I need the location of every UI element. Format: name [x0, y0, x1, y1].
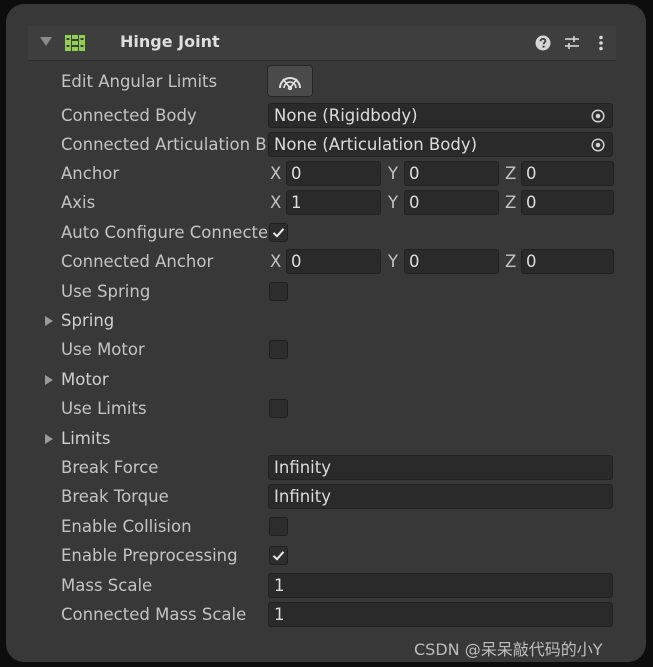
use-spring-label: Use Spring — [61, 282, 151, 301]
anchor-y-label[interactable]: Y — [388, 164, 398, 183]
kebab-menu-icon[interactable] — [591, 33, 611, 53]
use-motor-label: Use Motor — [61, 340, 145, 359]
object-picker-icon[interactable] — [584, 133, 612, 156]
component-title: Hinge Joint — [120, 32, 220, 51]
connected-anchor-z-label[interactable]: Z — [505, 252, 516, 271]
help-icon[interactable] — [533, 33, 553, 53]
connected-anchor-x-field[interactable]: 0 — [286, 249, 381, 274]
enable-collision-label: Enable Collision — [61, 517, 192, 536]
object-picker-icon[interactable] — [584, 104, 612, 127]
foldout-motor[interactable]: Motor — [0, 366, 653, 394]
connected-articulation-body-label: Connected Articulation B — [61, 135, 267, 154]
row-axis: Axis X 1 Y 0 Z 0 — [0, 189, 653, 217]
hinge-joint-icon — [65, 35, 85, 51]
row-break-force: Break Force Infinity — [0, 454, 653, 482]
anchor-x-label[interactable]: X — [270, 164, 281, 183]
checkmark-icon — [272, 228, 285, 238]
component-header[interactable]: Hinge Joint — [28, 26, 616, 61]
anchor-label: Anchor — [61, 164, 120, 183]
axis-x-field[interactable]: 1 — [286, 190, 381, 215]
row-break-torque: Break Torque Infinity — [0, 483, 653, 511]
connected-anchor-y-label[interactable]: Y — [388, 252, 398, 271]
mass-scale-label: Mass Scale — [61, 576, 153, 595]
edit-angular-limits-icon — [279, 77, 301, 91]
connected-body-field[interactable]: None (Rigidbody) — [268, 103, 613, 128]
spring-foldout-label[interactable]: Spring — [61, 311, 267, 330]
row-connected-mass-scale: Connected Mass Scale 1 — [0, 601, 653, 629]
break-torque-field[interactable]: Infinity — [268, 484, 613, 509]
anchor-z-label[interactable]: Z — [505, 164, 516, 183]
edit-angular-limits-label: Edit Angular Limits — [61, 72, 218, 91]
connected-mass-scale-label: Connected Mass Scale — [61, 605, 247, 624]
auto-configure-label: Auto Configure Connecte — [61, 223, 267, 242]
connected-anchor-x-label[interactable]: X — [270, 252, 281, 271]
edit-angular-limits-button[interactable] — [267, 65, 313, 97]
row-mass-scale: Mass Scale 1 — [0, 572, 653, 600]
row-enable-collision: Enable Collision — [0, 513, 653, 541]
row-auto-configure: Auto Configure Connecte — [0, 219, 653, 247]
row-connected-anchor: Connected Anchor X 0 Y 0 Z 0 — [0, 248, 653, 276]
collapse-arrow-icon[interactable] — [40, 37, 52, 46]
axis-y-label[interactable]: Y — [388, 193, 398, 212]
row-use-spring: Use Spring — [0, 278, 653, 306]
presets-icon[interactable] — [562, 33, 582, 53]
row-anchor: Anchor X 0 Y 0 Z 0 — [0, 160, 653, 188]
row-connected-articulation-body: Connected Articulation B None (Articulat… — [0, 131, 653, 159]
axis-z-field[interactable]: 0 — [521, 190, 614, 215]
enable-preprocessing-checkbox[interactable] — [269, 546, 288, 565]
use-limits-label: Use Limits — [61, 399, 147, 418]
expand-arrow-icon[interactable] — [45, 434, 53, 444]
row-use-limits: Use Limits — [0, 395, 653, 423]
axis-y-field[interactable]: 0 — [404, 190, 499, 215]
expand-arrow-icon[interactable] — [45, 375, 53, 385]
connected-anchor-z-field[interactable]: 0 — [521, 249, 614, 274]
enable-preprocessing-label: Enable Preprocessing — [61, 546, 238, 565]
foldout-spring[interactable]: Spring — [0, 307, 653, 335]
connected-mass-scale-field[interactable]: 1 — [268, 602, 613, 627]
anchor-x-field[interactable]: 0 — [286, 161, 381, 186]
axis-label: Axis — [61, 193, 96, 212]
foldout-limits[interactable]: Limits — [0, 425, 653, 453]
row-edit-angular-limits: Edit Angular Limits — [0, 65, 653, 97]
connected-anchor-y-field[interactable]: 0 — [404, 249, 499, 274]
connected-articulation-body-field[interactable]: None (Articulation Body) — [268, 132, 613, 157]
break-force-label: Break Force — [61, 458, 159, 477]
use-spring-checkbox[interactable] — [269, 282, 288, 301]
axis-z-label[interactable]: Z — [505, 193, 516, 212]
watermark: CSDN @呆呆敲代码的小Y — [414, 640, 603, 659]
connected-body-label: Connected Body — [61, 106, 197, 125]
use-motor-checkbox[interactable] — [269, 340, 288, 359]
enable-collision-checkbox[interactable] — [269, 517, 288, 536]
connected-body-value: None (Rigidbody) — [274, 106, 418, 125]
break-force-field[interactable]: Infinity — [268, 455, 613, 480]
connected-anchor-label: Connected Anchor — [61, 252, 214, 271]
anchor-y-field[interactable]: 0 — [404, 161, 499, 186]
break-torque-label: Break Torque — [61, 487, 169, 506]
row-enable-preprocessing: Enable Preprocessing — [0, 542, 653, 570]
use-limits-checkbox[interactable] — [269, 399, 288, 418]
axis-x-label[interactable]: X — [270, 193, 281, 212]
connected-articulation-body-value: None (Articulation Body) — [274, 135, 478, 154]
auto-configure-checkbox[interactable] — [269, 223, 288, 242]
motor-foldout-label[interactable]: Motor — [61, 370, 267, 389]
limits-foldout-label[interactable]: Limits — [61, 429, 267, 448]
anchor-z-field[interactable]: 0 — [521, 161, 614, 186]
mass-scale-field[interactable]: 1 — [268, 573, 613, 598]
expand-arrow-icon[interactable] — [45, 316, 53, 326]
row-connected-body: Connected Body None (Rigidbody) — [0, 102, 653, 130]
checkmark-icon — [272, 551, 285, 561]
row-use-motor: Use Motor — [0, 336, 653, 364]
